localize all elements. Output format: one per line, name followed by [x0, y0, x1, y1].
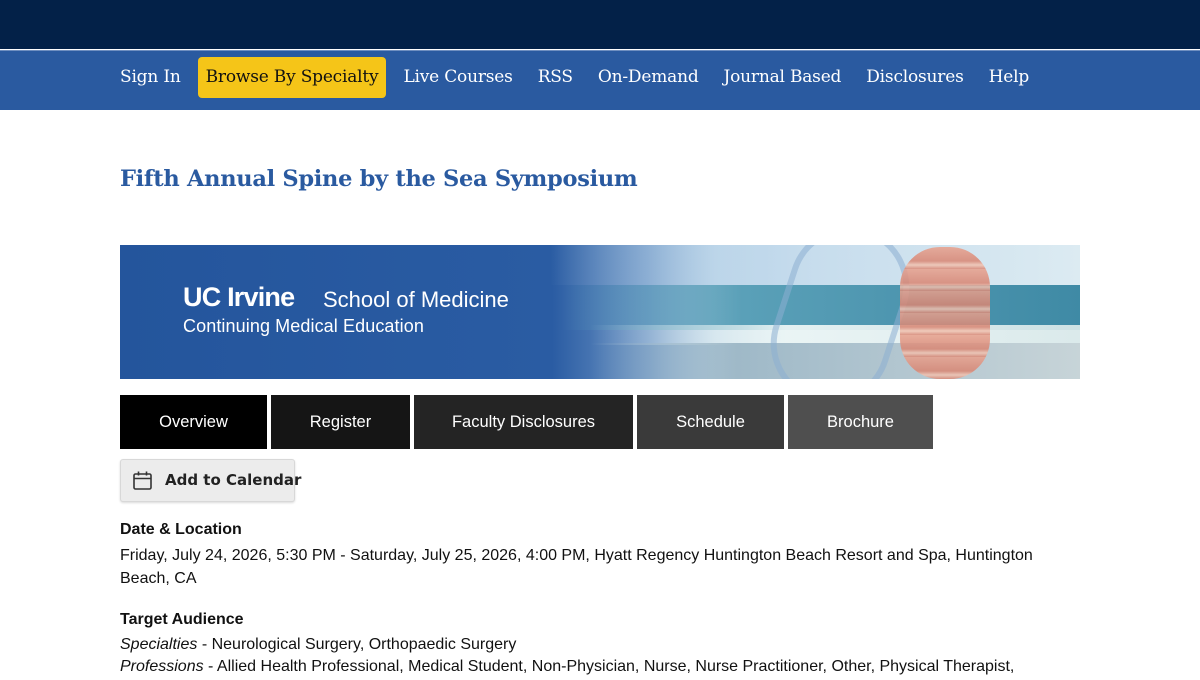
add-to-calendar-button[interactable]: Add to Calendar — [120, 459, 301, 502]
nav-rss[interactable]: RSS — [530, 57, 581, 98]
course-tabs: Overview Register Faculty Disclosures Sc… — [120, 395, 937, 449]
date-location-heading: Date & Location — [120, 521, 242, 538]
tab-schedule[interactable]: Schedule — [637, 395, 784, 449]
page-title: Fifth Annual Spine by the Sea Symposium — [120, 166, 638, 192]
nav-journal-based[interactable]: Journal Based — [716, 57, 850, 98]
tab-brochure[interactable]: Brochure — [788, 395, 933, 449]
main-navigation: Sign In Browse By Specialty Live Courses… — [0, 50, 1200, 110]
nav-on-demand[interactable]: On-Demand — [590, 57, 707, 98]
banner-logo-cme: Continuing Medical Education — [183, 316, 424, 336]
tab-register[interactable]: Register — [271, 395, 410, 449]
nav-disclosures[interactable]: Disclosures — [858, 57, 971, 98]
specialties-line: Specialties - Neurological Surgery, Orth… — [120, 636, 516, 654]
site-header-bar — [0, 0, 1200, 49]
banner-logo-school: School of Medicine — [323, 287, 509, 312]
professions-label: Professions — [120, 658, 204, 675]
banner-logo-uc-irvine: UC Irvine — [183, 282, 295, 312]
specialties-value: - Neurological Surgery, Orthopaedic Surg… — [197, 636, 517, 653]
tab-faculty-disclosures[interactable]: Faculty Disclosures — [414, 395, 633, 449]
course-banner: UC Irvine School of Medicine Continuing … — [120, 245, 1080, 379]
add-to-calendar-label: Add to Calendar — [165, 471, 302, 489]
nav-sign-in[interactable]: Sign In — [112, 57, 189, 98]
professions-value: - Allied Health Professional, Medical St… — [203, 658, 1015, 675]
specialties-label: Specialties — [120, 636, 198, 653]
nav-help[interactable]: Help — [981, 57, 1037, 98]
nav-browse-by-specialty[interactable]: Browse By Specialty — [197, 56, 387, 98]
nav-live-courses[interactable]: Live Courses — [395, 57, 520, 98]
target-audience-heading: Target Audience — [120, 611, 244, 628]
banner-spine-graphic — [900, 247, 990, 379]
calendar-icon — [133, 471, 152, 490]
date-location-text: Friday, July 24, 2026, 5:30 PM - Saturda… — [120, 547, 1033, 587]
nav-list: Sign In Browse By Specialty Live Courses… — [112, 56, 1046, 98]
tab-overview[interactable]: Overview — [120, 395, 267, 449]
professions-line: Professions - Allied Health Professional… — [120, 658, 1014, 676]
